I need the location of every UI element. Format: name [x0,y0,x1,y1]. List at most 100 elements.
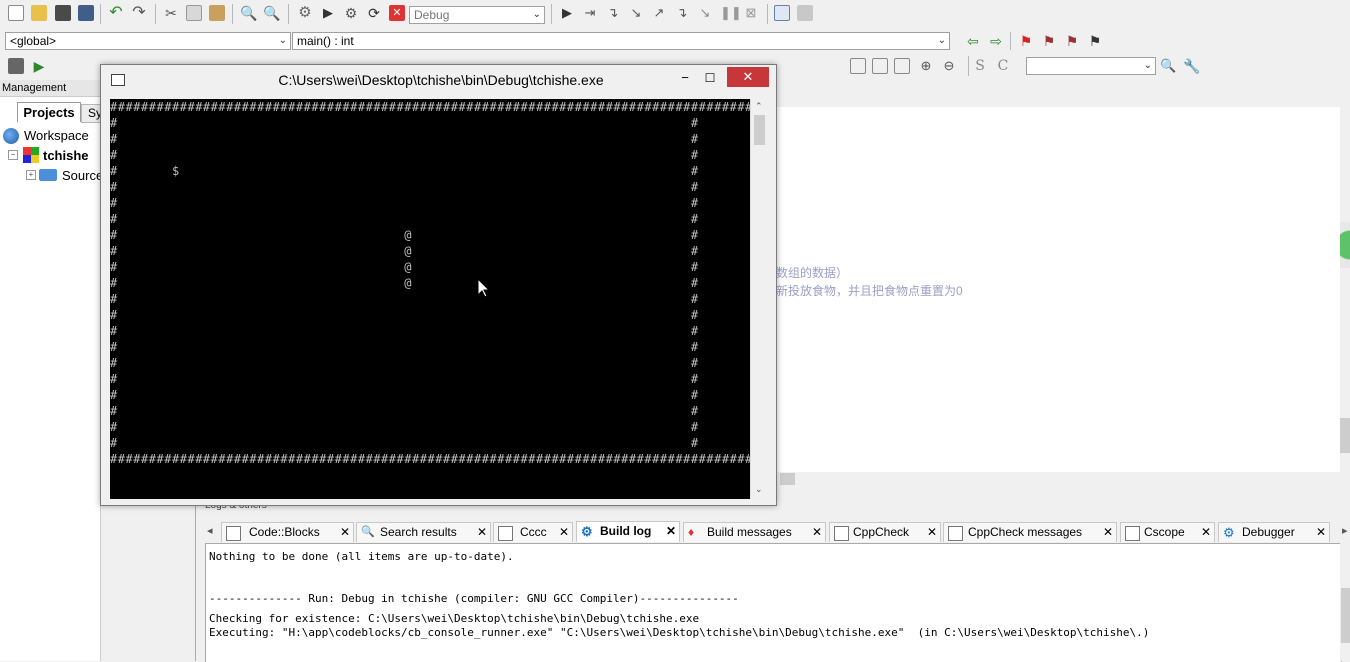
log-line: Nothing to be done (all items are up-to-… [209,550,514,563]
log-scroll-thumb[interactable] [1341,588,1350,643]
folder-icon [39,169,57,181]
zoom-in-icon[interactable]: ⊕ [918,58,934,74]
save-icon[interactable] [55,5,71,21]
scroll-up-icon[interactable]: ⌃ [755,101,763,112]
editor-scroll-thumb[interactable] [1340,418,1350,453]
tab-build-log[interactable]: ⚙ Build log ✕ [576,521,680,542]
prev-bookmark-icon[interactable]: ⚑ [1041,33,1057,49]
cut-icon[interactable]: ✂ [163,5,179,21]
jump-back-icon[interactable]: ⇦ [965,33,981,49]
console-line: # @ # [110,244,699,258]
console-line: # # [110,212,699,226]
find-icon[interactable]: 🔍 [240,5,257,21]
tab-build-messages[interactable]: ♦ Build messages ✕ [683,522,826,542]
search-icon[interactable]: 🔍 [1160,58,1176,74]
tab-search-results[interactable]: 🔍 Search results ✕ [356,522,491,542]
tree-folder-sources[interactable]: Sources [62,168,100,183]
run-to-cursor-icon[interactable]: ⇥ [582,5,598,21]
scroll-down-icon[interactable]: ⌄ [755,484,763,495]
next-instruction-icon[interactable]: ↴ [674,5,690,21]
chevron-down-icon: ⌄ [937,35,946,46]
console-title: C:\Users\wei\Desktop\tchishe\bin\Debug\t… [278,72,604,88]
editor-hscrollbar[interactable] [777,472,1340,486]
build-target-select[interactable]: Debug ⌄ [409,6,545,24]
log-line: Executing: "H:\app\codeblocks/cb_console… [209,626,1150,639]
debug-run-icon[interactable]: ▶ [559,5,575,21]
match-case-icon[interactable]: S [972,58,988,74]
close-button[interactable]: ✕ [727,67,769,87]
stop-debug-icon[interactable]: ⊠ [743,5,759,21]
new-file-icon[interactable] [8,5,24,21]
undo-icon[interactable]: ↶ [108,5,124,21]
pause-icon[interactable]: ❚❚ [720,5,742,21]
tab-cccc[interactable]: Cccc ✕ [493,522,573,542]
extract-docs-icon[interactable]: ▶ [31,58,47,74]
expand-icon[interactable]: + [26,170,36,180]
toggle-bookmark-icon[interactable]: ⚑ [1018,33,1034,49]
close-icon[interactable]: ✕ [927,523,937,542]
step-into-icon[interactable]: ↘ [628,5,644,21]
tree-workspace[interactable]: Workspace [24,128,89,143]
abort-icon[interactable]: ✕ [389,5,405,21]
build-run-icon[interactable]: ⚙ [343,5,359,21]
tree-project[interactable]: tchishe [43,148,89,163]
debug-windows-icon[interactable] [774,5,790,21]
close-icon[interactable]: ✕ [1316,523,1326,542]
close-icon[interactable]: ✕ [666,522,676,541]
close-icon[interactable]: ✕ [340,523,350,542]
jump-forward-icon[interactable]: ⇨ [988,33,1004,49]
save-all-icon[interactable] [78,5,94,21]
tab-cscope[interactable]: Cscope ✕ [1120,522,1215,542]
scope-select[interactable]: <global> ⌄ [5,32,291,50]
floating-widget-icon[interactable] [1340,222,1350,268]
block-icon[interactable] [872,58,888,74]
step-out-icon[interactable]: ↗ [651,5,667,21]
block-icon[interactable] [850,58,866,74]
collapse-icon[interactable]: − [8,150,18,160]
replace-icon[interactable]: 🔍 [263,5,280,21]
management-title: Management [0,80,102,97]
close-icon[interactable]: ✕ [812,523,822,542]
console-scrollbar[interactable]: ⌃ ⌄ [750,99,768,499]
console-line: # # [110,180,699,194]
regex-icon[interactable]: C [995,58,1011,74]
tabs-scroll-left-icon[interactable]: ◂ [207,524,213,537]
console-output[interactable]: ########################################… [110,99,750,499]
log-line: Checking for existence: C:\Users\wei\Des… [209,612,700,625]
settings-icon[interactable]: 🔧 [1183,58,1200,74]
open-icon[interactable] [31,5,47,21]
console-scroll-thumb[interactable] [754,115,765,145]
chevron-down-icon: ⌄ [278,35,287,46]
close-icon[interactable]: ✕ [477,523,487,542]
doxywizard-icon[interactable] [8,58,24,74]
maximize-button[interactable]: ☐ [698,69,722,87]
info-icon[interactable] [797,5,813,21]
tab-cppcheck[interactable]: CppCheck ✕ [829,522,941,542]
tab-debugger[interactable]: ⚙ Debugger ✕ [1218,522,1330,542]
function-select[interactable]: main() : int ⌄ [292,32,950,50]
editor-hscroll-thumb[interactable] [780,473,795,485]
chevron-down-icon: ⌄ [532,9,541,20]
paste-icon[interactable] [209,5,225,21]
close-icon[interactable]: ✕ [559,523,569,542]
build-icon[interactable]: ⚙ [297,5,313,21]
tab-codeblocks[interactable]: Code::Blocks ✕ [221,522,354,542]
search-icon: 🔍 [361,526,375,538]
tab-cppcheck-messages[interactable]: CppCheck messages ✕ [943,522,1117,542]
copy-icon[interactable] [186,5,202,21]
tab-projects[interactable]: Projects [17,102,81,122]
search-combo[interactable]: ⌄ [1026,57,1156,75]
next-line-icon[interactable]: ↴ [605,5,621,21]
minimize-button[interactable]: − [673,69,697,87]
zoom-out-icon[interactable]: ⊖ [941,58,957,74]
next-bookmark-icon[interactable]: ⚑ [1064,33,1080,49]
redo-icon[interactable]: ↷ [131,5,147,21]
rebuild-icon[interactable]: ⟳ [366,5,382,21]
step-into-instruction-icon[interactable]: ↘ [697,5,713,21]
clear-bookmarks-icon[interactable]: ⚑ [1087,33,1103,49]
tabs-scroll-right-icon[interactable]: ▸ [1342,524,1348,537]
close-icon[interactable]: ✕ [1103,523,1113,542]
run-icon[interactable]: ▶ [320,5,336,21]
block-icon[interactable] [894,58,910,74]
close-icon[interactable]: ✕ [1201,523,1211,542]
